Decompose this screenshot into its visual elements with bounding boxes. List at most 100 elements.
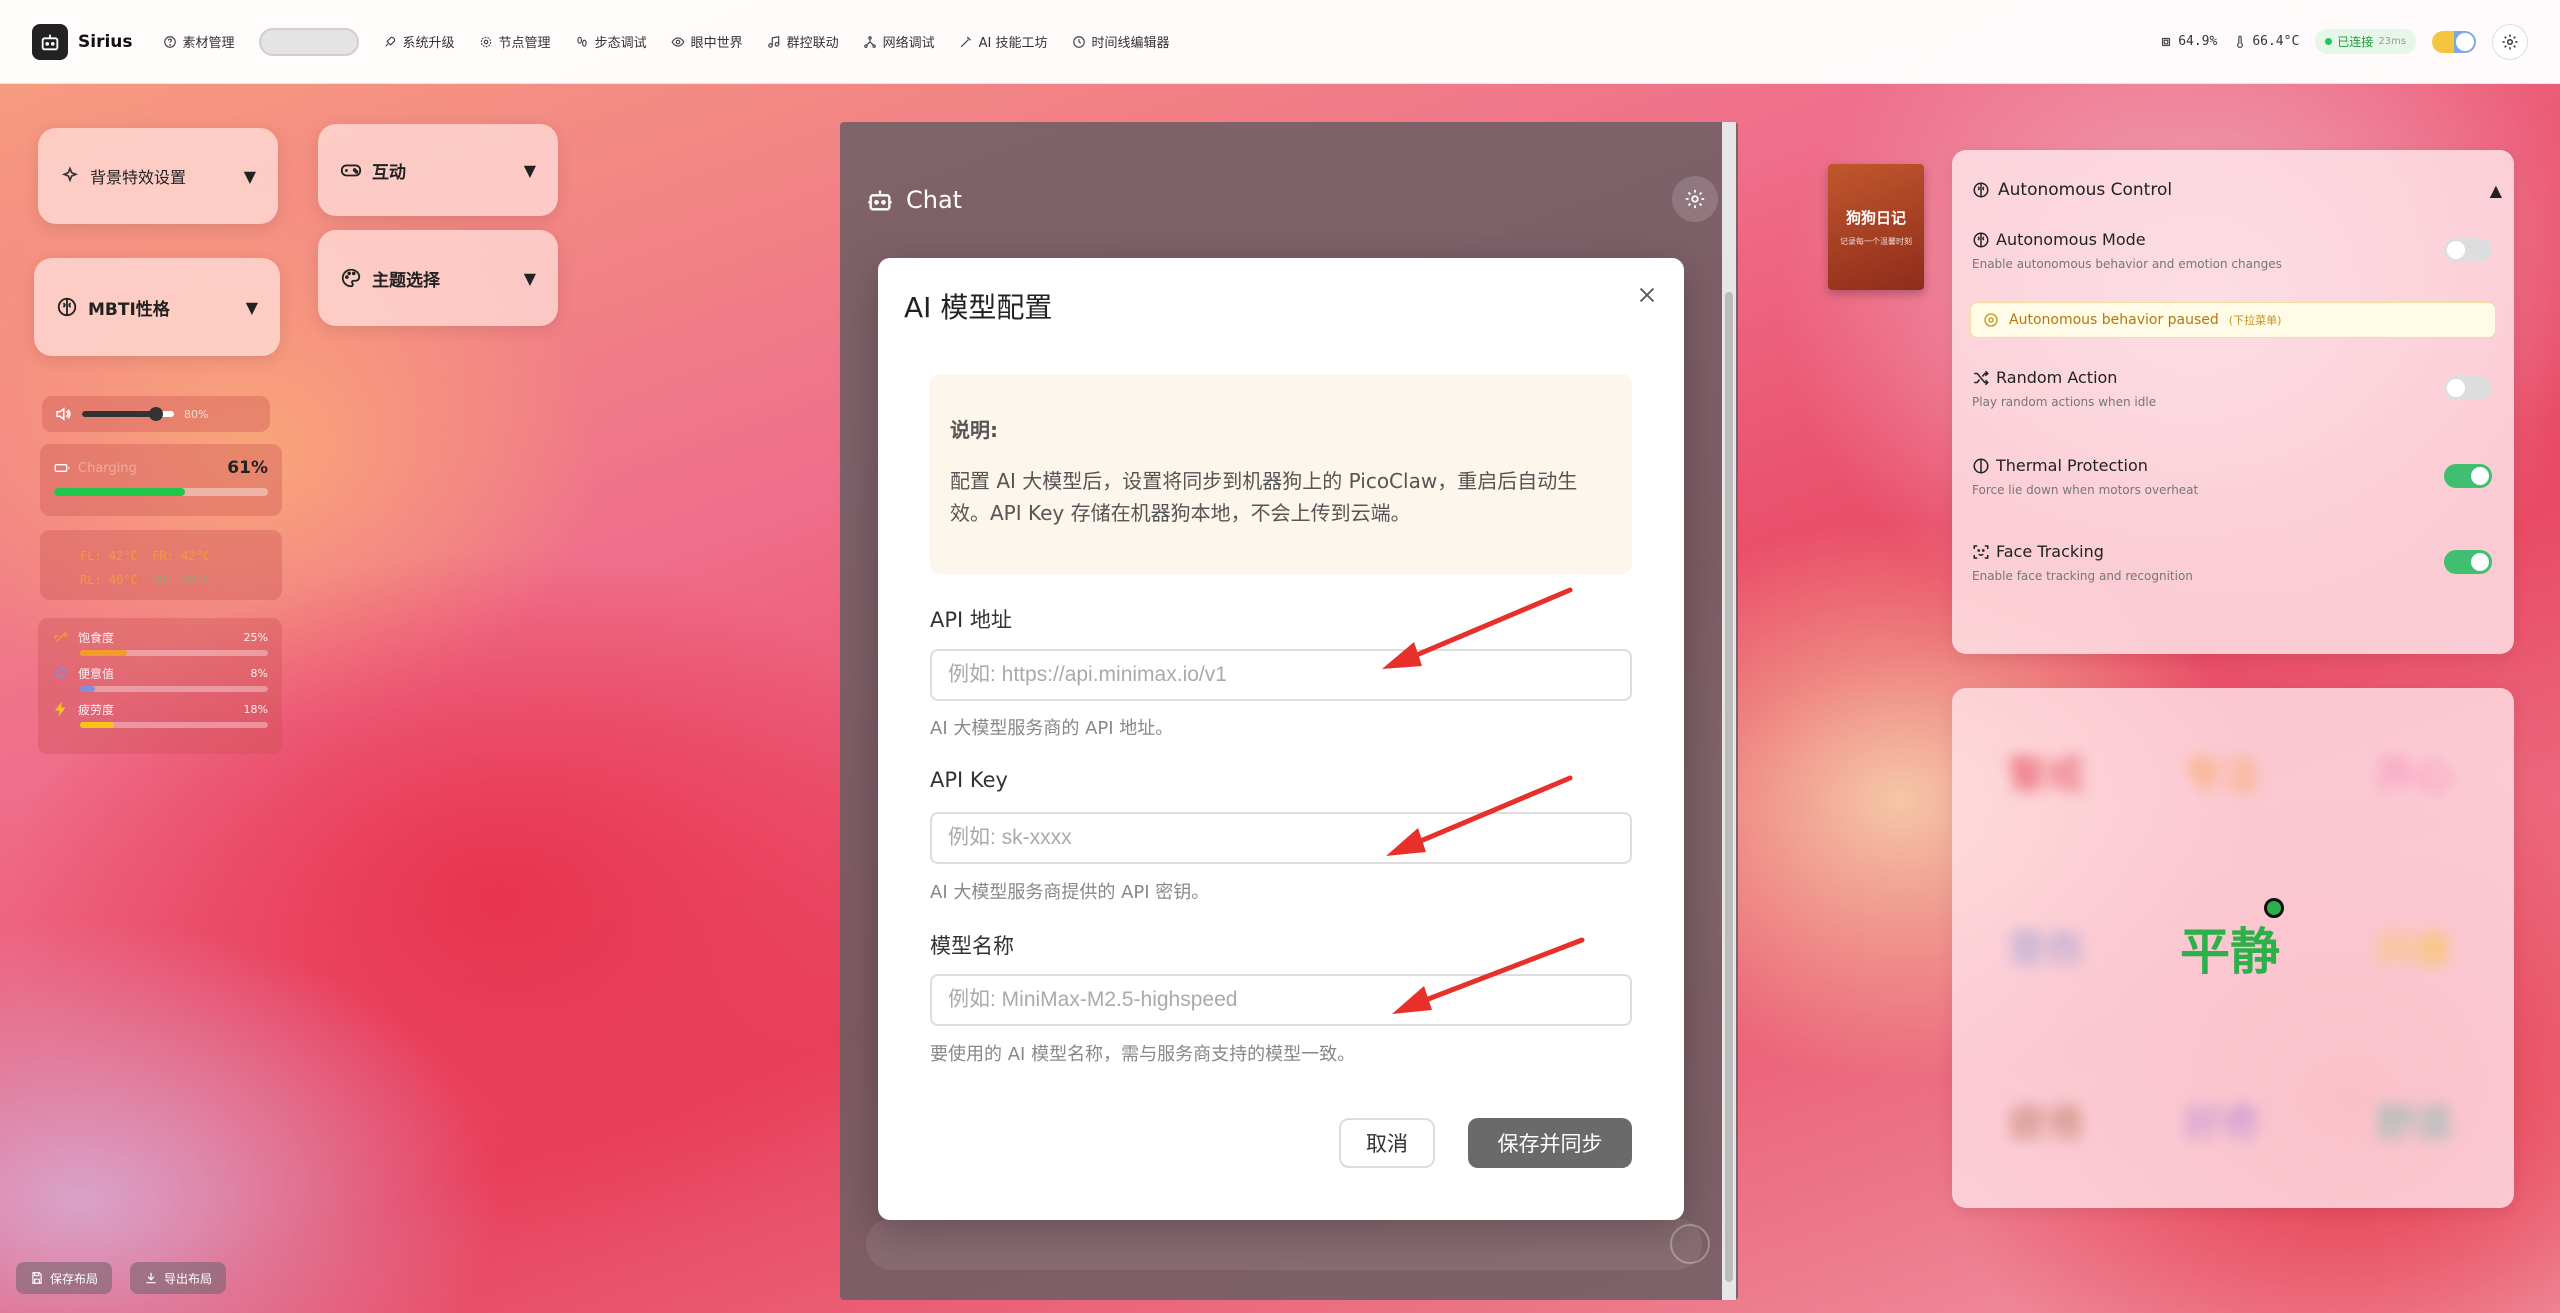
caret-down-icon: ▼: [245, 297, 258, 317]
chat-settings-button[interactable]: [1672, 176, 1718, 222]
random-action-desc: Play random actions when idle: [1972, 395, 2157, 409]
app-logo[interactable]: Sirius: [32, 23, 133, 60]
emotion-option[interactable]: 兴奋: [2376, 918, 2452, 973]
nav-label: 素材管理: [182, 36, 235, 51]
nav-eye-world[interactable]: 眼中世界: [671, 32, 743, 51]
network-icon: [863, 35, 876, 48]
chat-input[interactable]: [866, 1218, 1702, 1270]
thermal-protection-row: Thermal Protection Force lie down when m…: [1972, 456, 2492, 497]
autonomous-mode-row: Autonomous Mode Enable autonomous behavi…: [1972, 230, 2492, 271]
model-name-input[interactable]: [930, 974, 1632, 1026]
close-button[interactable]: [1632, 280, 1662, 310]
api-key-label: API Key: [930, 768, 1008, 792]
emotion-indicator-dot[interactable]: [2264, 898, 2284, 918]
theme-toggle[interactable]: [2432, 30, 2476, 53]
model-name-hint: 要使用的 AI 模型名称，需与服务商支持的模型一致。: [930, 1044, 1356, 1065]
needs-panel: 饱食度 25% 便意值 8% 疲劳度 18%: [38, 618, 282, 754]
emotion-option[interactable]: 疲倦: [2008, 1092, 2084, 1147]
face-scan-icon: [1973, 544, 1989, 559]
nav-label: 时间线编辑器: [1091, 36, 1170, 51]
mbti-panel[interactable]: MBTI性格 ▼: [34, 258, 280, 356]
robot-icon: [868, 190, 892, 211]
nav-label: 系统升级: [402, 36, 455, 51]
autonomous-mode-desc: Enable autonomous behavior and emotion c…: [1972, 257, 2282, 271]
autonomous-mode-label: Autonomous Mode: [1996, 230, 2146, 249]
need-label: 饱食度: [78, 630, 115, 645]
chat-header: Chat: [866, 186, 962, 214]
caret-down-icon: ▼: [523, 268, 536, 288]
settings-button[interactable]: [2492, 23, 2528, 60]
face-tracking-toggle[interactable]: [2444, 550, 2492, 574]
nav-timeline-editor[interactable]: 时间线编辑器: [1072, 32, 1170, 51]
random-action-toggle[interactable]: [2444, 376, 2492, 400]
emotion-option[interactable]: 舒适: [2376, 1092, 2452, 1147]
speaker-icon[interactable]: [54, 405, 72, 423]
emotion-option[interactable]: 悲伤: [2008, 918, 2084, 973]
autonomous-header[interactable]: Autonomous Control ▲: [1972, 180, 2502, 200]
caret-down-icon: ▼: [523, 160, 536, 180]
api-key-hint: AI 大模型服务商提供的 API 密钥。: [930, 882, 1210, 903]
current-emotion: 平静: [2180, 922, 2280, 981]
need-value: 18%: [243, 702, 268, 716]
autonomous-mode-toggle[interactable]: [2444, 238, 2492, 262]
interaction-panel[interactable]: 互动 ▼: [318, 124, 558, 216]
need-label: 疲劳度: [78, 702, 115, 717]
need-label: 便意值: [78, 666, 115, 681]
nav-node-management[interactable]: 节点管理: [479, 32, 551, 51]
scroll-thumb[interactable]: [1725, 292, 1733, 1282]
gear-icon: [2502, 34, 2518, 49]
diary-subtitle: 记录每一个温馨时刻: [1840, 237, 1912, 246]
need-fatigue: 疲劳度 18%: [52, 700, 268, 728]
lightning-icon: [55, 701, 66, 717]
paused-banner: Autonomous behavior paused (下拉菜单): [1970, 302, 2496, 338]
chat-scrollbar[interactable]: [1722, 122, 1736, 1300]
nav-active-tab[interactable]: [258, 27, 359, 56]
nav-gait-debug[interactable]: 步态调试: [575, 32, 647, 51]
emotion-option[interactable]: 好奇: [2184, 1092, 2260, 1147]
emotion-option[interactable]: 专注: [2184, 744, 2260, 799]
paused-note: (下拉菜单): [2228, 314, 2282, 327]
save-layout-label: 保存布局: [50, 1271, 99, 1286]
palette-icon: [341, 268, 361, 288]
top-bar: Sirius 素材管理 系统升级 节点管理 步态调试 眼中世界 群控联动 网络调…: [0, 0, 2560, 84]
emotion-option[interactable]: 警戒: [2008, 744, 2084, 799]
dog-diary-card[interactable]: 狗狗日记 记录每一个温馨时刻: [1828, 164, 1924, 290]
volume-control: 80%: [42, 396, 270, 432]
nav-ai-skills[interactable]: AI 技能工坊: [959, 32, 1048, 51]
chat-title: Chat: [906, 186, 963, 214]
volume-value: 80%: [184, 407, 209, 421]
temp-value: 66.4°C: [2252, 34, 2300, 49]
save-sync-button[interactable]: 保存并同步: [1468, 1118, 1632, 1168]
need-fill: [80, 722, 114, 728]
thermal-protection-toggle[interactable]: [2444, 464, 2492, 488]
cancel-button[interactable]: 取消: [1339, 1118, 1435, 1168]
nav-group-control[interactable]: 群控联动: [767, 32, 839, 51]
volume-slider[interactable]: [82, 407, 174, 421]
export-layout-label: 导出布局: [164, 1271, 213, 1286]
temp-rl: RL: 40°C: [80, 573, 138, 587]
bg-effects-panel[interactable]: 背景特效设置 ▼: [38, 128, 278, 224]
api-url-input[interactable]: [930, 649, 1632, 701]
droplet-icon: [55, 665, 67, 678]
export-layout-button[interactable]: 导出布局: [130, 1262, 227, 1294]
battery-label: Charging: [78, 460, 137, 476]
theme-panel[interactable]: 主题选择 ▼: [318, 230, 558, 326]
save-layout-button[interactable]: 保存布局: [16, 1262, 113, 1294]
nav-label: 网络调试: [882, 36, 935, 51]
emotion-option[interactable]: 开心: [2376, 744, 2452, 799]
nav-network-debug[interactable]: 网络调试: [863, 32, 935, 51]
nav-system-upgrade[interactable]: 系统升级: [383, 32, 455, 51]
temp-fl: FL: 42°C: [80, 549, 138, 563]
rocket-icon: [385, 36, 395, 46]
footprints-icon: [576, 36, 587, 47]
volume-knob[interactable]: [148, 407, 163, 421]
need-fill: [80, 650, 127, 656]
music-icon: [767, 35, 779, 48]
chat-send-button[interactable]: [1670, 1224, 1710, 1264]
note-body: 配置 AI 大模型后，设置将同步到机器狗上的 PicoClaw，重启后自动生效。…: [950, 469, 1578, 525]
api-key-input[interactable]: [930, 812, 1632, 864]
robot-logo-icon: [32, 23, 68, 60]
nav-material[interactable]: 素材管理: [163, 32, 235, 51]
temp-stat: 66.4°C: [2233, 34, 2299, 49]
need-value: 25%: [243, 630, 268, 644]
